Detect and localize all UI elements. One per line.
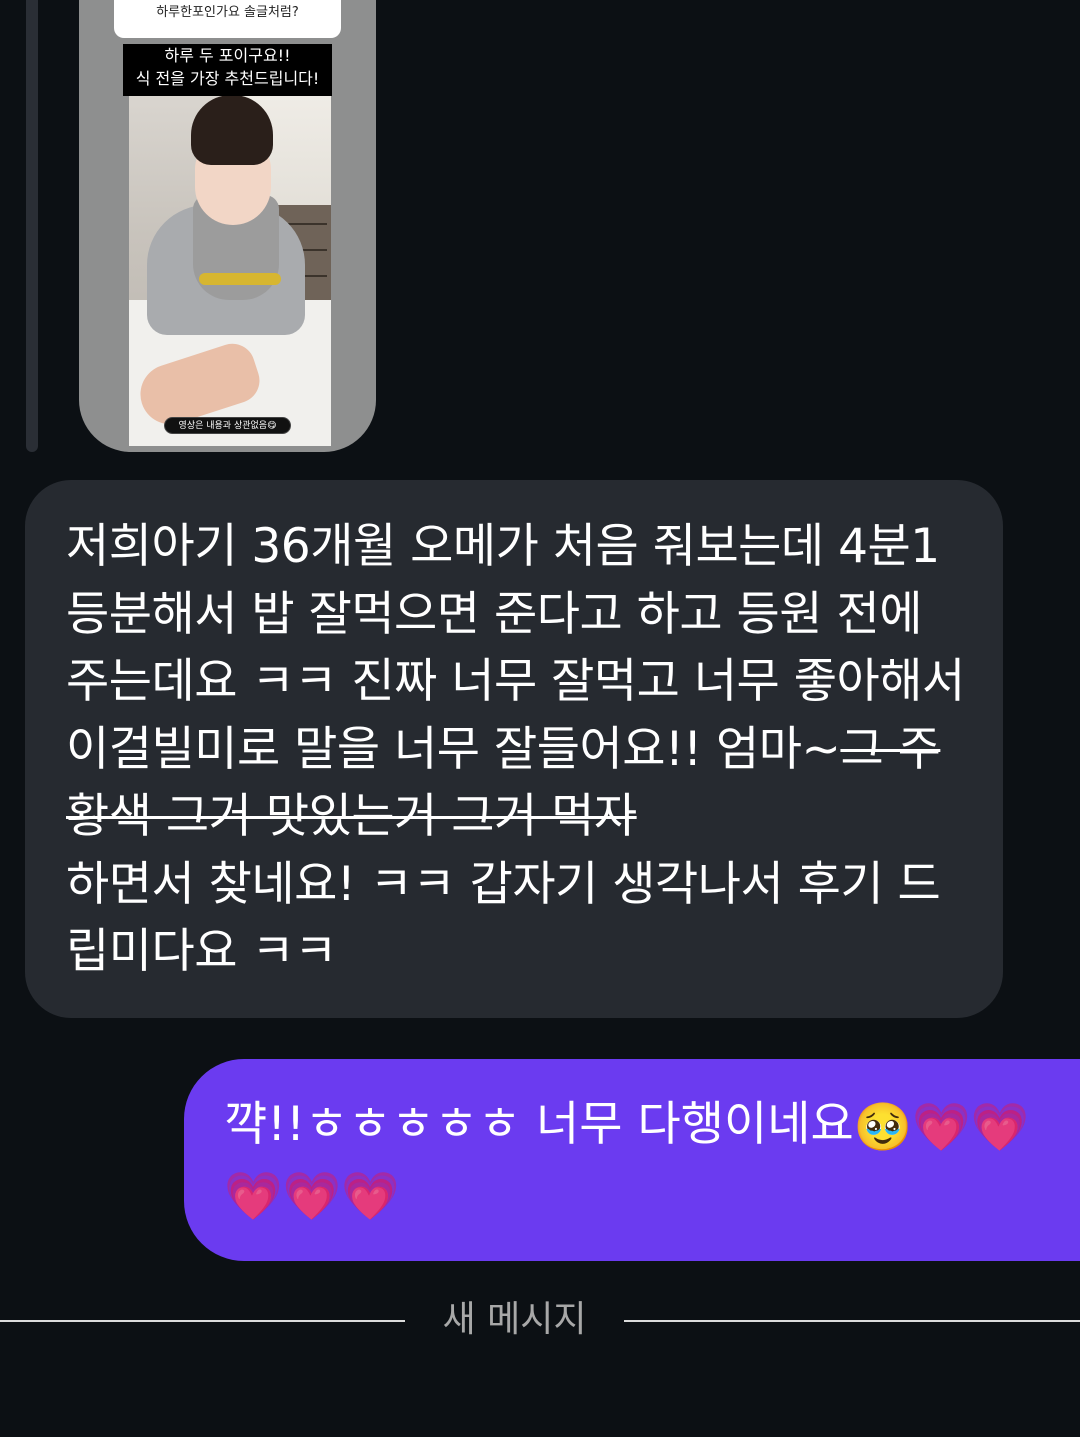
incoming-message-text-end: 하면서 찾네요! ㅋㅋ 갑자기 생각나서 후기 드립미다요 ㅋㅋ: [66, 856, 941, 980]
outgoing-message-text: 꺅!!ㅎㅎㅎㅎㅎ 너무 다행이네요🥹💗💗 💗💗💗: [224, 1091, 1080, 1230]
outgoing-message-main: 꺅!!ㅎㅎㅎㅎㅎ 너무 다행이네요: [224, 1097, 854, 1152]
incoming-message-text-start: 저희아기 36개월 오메가 처음 줘보는데 4분1등분해서 밥 잘먹으면 준다고…: [66, 519, 965, 777]
reply-thread-line: [26, 0, 38, 452]
story-photo: [129, 95, 331, 446]
pink-heart-emoji-icons: 💗💗: [912, 1100, 1030, 1155]
photo-child-hair: [191, 95, 273, 165]
pleading-face-emoji-icon: 🥹: [853, 1100, 913, 1155]
incoming-message-bubble[interactable]: 저희아기 36개월 오메가 처음 줘보는데 4분1등분해서 밥 잘먹으면 준다고…: [25, 480, 1003, 1018]
story-question-text: 하루한포인가요 솔글처럼?: [156, 5, 299, 20]
photo-bib-trim: [199, 273, 281, 285]
story-video-note: 영상은 내용과 상관없음😋: [164, 417, 291, 434]
pink-hearts-row: 💗💗💗: [224, 1169, 400, 1224]
new-message-divider-left: [0, 1320, 405, 1322]
story-question-sticker: 하루한포인가요 솔글처럼?: [114, 0, 341, 38]
new-message-divider-right: [624, 1320, 1080, 1322]
new-message-label: 새 메시지: [442, 1299, 587, 1340]
incoming-message-text: 저희아기 36개월 오메가 처음 줘보는데 4분1등분해서 밥 잘먹으면 준다고…: [66, 513, 976, 986]
story-reply-preview[interactable]: 하루한포인가요 솔글처럼? 하루 두 포이구요!! 식 전을 가장 추천드립니다…: [79, 0, 376, 452]
story-caption-line-2: 식 전을 가장 추천드립니다!: [135, 69, 320, 88]
story-caption-line-1: 하루 두 포이구요!!: [164, 46, 291, 65]
story-caption: 하루 두 포이구요!! 식 전을 가장 추천드립니다!: [123, 44, 332, 96]
outgoing-message-bubble[interactable]: 꺅!!ㅎㅎㅎㅎㅎ 너무 다행이네요🥹💗💗 💗💗💗: [184, 1059, 1080, 1261]
